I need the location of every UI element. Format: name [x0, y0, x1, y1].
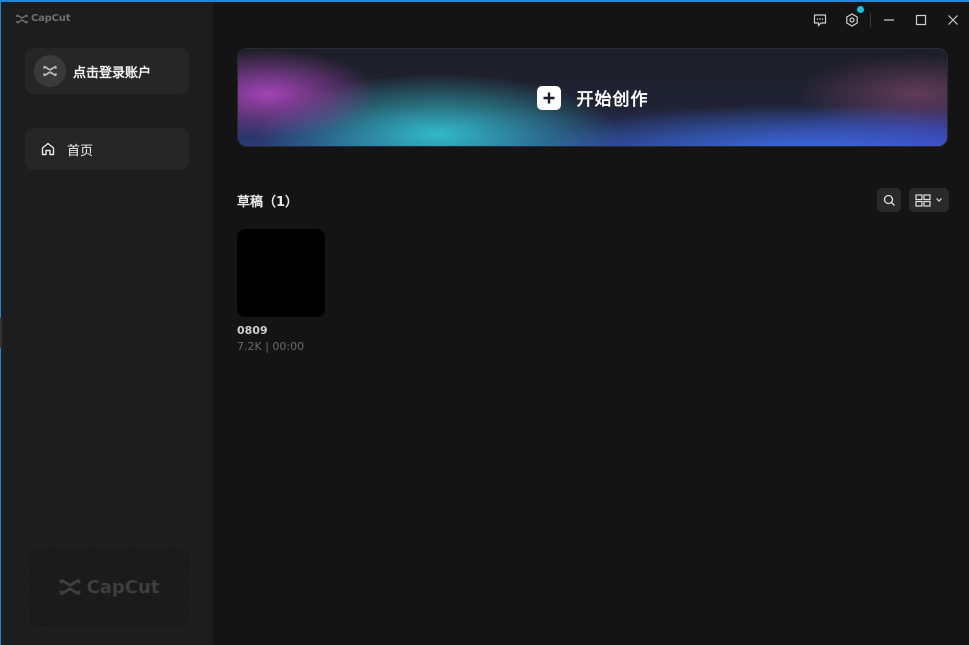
- feedback-button[interactable]: [804, 2, 836, 38]
- account-label: 点击登录账户: [73, 65, 152, 81]
- minimize-icon: [884, 19, 894, 21]
- window-resize-edge[interactable]: [0, 318, 2, 348]
- settings-icon: [846, 13, 858, 27]
- close-button[interactable]: [937, 2, 969, 38]
- capcut-promo-card[interactable]: CapCut: [27, 545, 191, 629]
- sidebar: CapCut 点击登录账户 首页 CapCut: [1, 2, 213, 645]
- promo-brand-text: CapCut: [86, 576, 160, 598]
- titlebar-controls: [804, 0, 969, 40]
- app-brand-text: CapCut: [31, 13, 71, 24]
- minimize-button[interactable]: [873, 2, 905, 38]
- maximize-icon: [915, 14, 927, 26]
- settings-button[interactable]: [836, 2, 868, 38]
- feedback-icon: [813, 14, 827, 27]
- draft-meta: 7.2K | 00:00: [237, 340, 305, 353]
- capcut-logo-icon: [59, 578, 81, 596]
- view-mode-button[interactable]: [909, 188, 949, 212]
- plus-icon: [536, 85, 561, 110]
- start-creating-label: 开始创作: [576, 90, 649, 110]
- draft-thumbnail[interactable]: [237, 229, 325, 317]
- login-account-button[interactable]: 点击登录账户: [25, 48, 189, 94]
- app-logo: CapCut: [16, 13, 70, 24]
- capcut-logo-icon: [16, 13, 28, 24]
- drafts-title: 草稿（1）: [237, 195, 299, 210]
- titlebar-divider: [870, 13, 871, 27]
- avatar: [34, 55, 66, 87]
- search-drafts-button[interactable]: [877, 188, 901, 212]
- grid-view-icon: [915, 193, 931, 207]
- close-icon: [948, 15, 958, 25]
- draft-item[interactable]: 0809 7.2K | 00:00: [237, 229, 327, 353]
- draft-name: 0809: [237, 324, 268, 337]
- sidebar-item-home[interactable]: 首页: [25, 128, 189, 170]
- maximize-button[interactable]: [905, 2, 937, 38]
- notification-dot: [857, 6, 864, 13]
- sidebar-item-label: 首页: [67, 143, 94, 159]
- chevron-down-icon: [936, 198, 942, 202]
- search-icon: [883, 194, 895, 206]
- home-icon: [41, 142, 55, 156]
- capcut-avatar-icon: [43, 65, 57, 77]
- start-creating-banner[interactable]: 开始创作: [237, 48, 948, 147]
